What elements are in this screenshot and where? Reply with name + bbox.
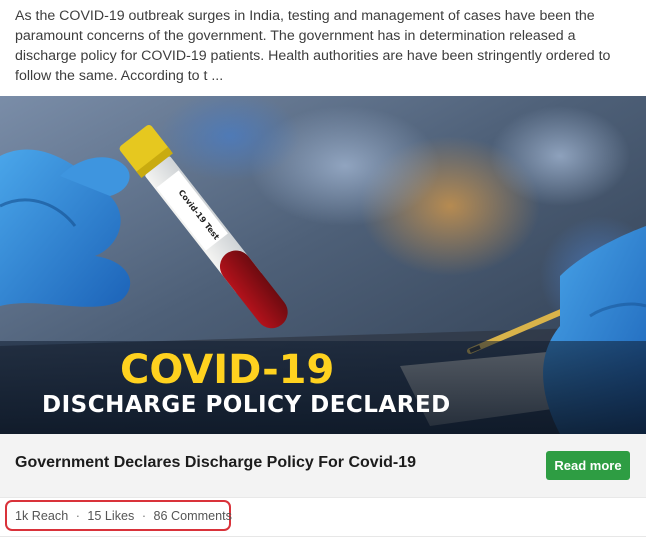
likes-count[interactable]: 15 Likes [87, 509, 134, 523]
image-headline-line2: DISCHARGE POLICY DECLARED [42, 392, 451, 418]
image-headline-line1: COVID-19 [120, 347, 334, 393]
post-card: As the COVID-19 outbreak surges in India… [0, 0, 646, 540]
post-excerpt: As the COVID-19 outbreak surges in India… [15, 8, 611, 84]
post-title-bar: Government Declares Discharge Policy For… [0, 434, 646, 497]
comments-count[interactable]: 86 Comments [154, 509, 232, 523]
stats-separator: · [75, 509, 80, 523]
stats-separator: · [141, 509, 147, 523]
read-more-button[interactable]: Read more [546, 451, 630, 480]
covid-test-illustration: Covid-19 Test COVID-19 DISCHARGE POLICY … [0, 96, 646, 434]
post-image[interactable]: Covid-19 Test COVID-19 DISCHARGE POLICY … [0, 96, 646, 434]
post-title[interactable]: Government Declares Discharge Policy For… [15, 454, 416, 472]
divider [0, 536, 646, 537]
post-stats: 1k Reach · 15 Likes · 86 Comments [15, 509, 232, 523]
reach-count: 1k Reach [15, 509, 69, 523]
post-stats-area: 1k Reach · 15 Likes · 86 Comments [0, 497, 646, 540]
